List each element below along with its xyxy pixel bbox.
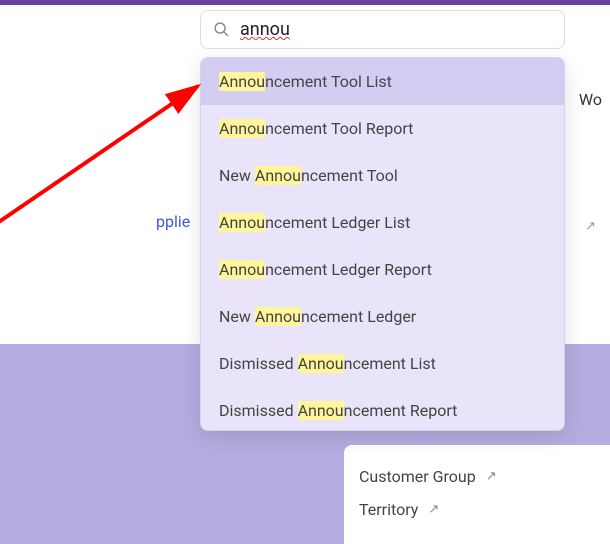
suggestion-text: ncement Tool — [301, 166, 398, 185]
link-territory[interactable]: Territory ↗ — [359, 493, 610, 526]
match-highlight: Annou — [219, 119, 265, 138]
links-card: Customer Group ↗ Territory ↗ — [344, 445, 610, 544]
external-link-icon: ↗ — [585, 219, 596, 234]
match-highlight: Annou — [255, 307, 301, 326]
suggestion-item[interactable]: Dismissed Announcement Report — [201, 387, 564, 430]
suggestion-item[interactable]: Announcement Tool List — [201, 58, 564, 105]
match-highlight: Annou — [219, 72, 265, 91]
link-label: Territory — [359, 500, 418, 519]
suggestion-item[interactable]: Announcement Tool Report — [201, 105, 564, 152]
search-icon — [213, 21, 230, 38]
match-highlight: Annou — [298, 354, 344, 373]
search-input[interactable] — [240, 19, 552, 40]
suggestion-text: ncement List — [344, 354, 436, 373]
match-highlight: Annou — [219, 260, 265, 279]
suggestion-text: ncement Ledger — [301, 307, 416, 326]
suggestion-item[interactable]: New Announcement Ledger — [201, 293, 564, 340]
search-box[interactable] — [200, 10, 565, 49]
suggestion-item[interactable]: Announcement Ledger List — [201, 199, 564, 246]
search-container: Announcement Tool ListAnnouncement Tool … — [200, 10, 565, 431]
external-link-icon: ↗ — [428, 502, 439, 517]
match-highlight: Annou — [298, 401, 344, 420]
suggestion-item[interactable]: Dismissed Announcement List — [201, 340, 564, 387]
wo-text-partial: Wo — [579, 90, 602, 109]
match-highlight: Annou — [219, 213, 265, 232]
suggestion-text: Dismissed — [219, 401, 298, 420]
suggestion-text: ncement Tool List — [265, 72, 392, 91]
search-suggestions-dropdown: Announcement Tool ListAnnouncement Tool … — [200, 57, 565, 431]
external-link-icon: ↗ — [486, 469, 497, 484]
suggestion-text: ncement Ledger List — [265, 213, 410, 232]
suggestion-text: Dismissed — [219, 354, 298, 373]
supplier-link-partial[interactable]: pplie — [156, 212, 190, 231]
suggestion-item[interactable]: New Announcement Tool — [201, 152, 564, 199]
suggestion-text: ncement Ledger Report — [265, 260, 432, 279]
suggestion-item[interactable]: Announcement Ledger Report — [201, 246, 564, 293]
link-label: Customer Group — [359, 467, 476, 486]
suggestion-text: ncement Report — [344, 401, 458, 420]
match-highlight: Annou — [255, 166, 301, 185]
suggestion-text: New — [219, 166, 255, 185]
suggestion-text: New — [219, 307, 255, 326]
suggestion-text: ncement Tool Report — [265, 119, 413, 138]
link-customer-group[interactable]: Customer Group ↗ — [359, 460, 610, 493]
